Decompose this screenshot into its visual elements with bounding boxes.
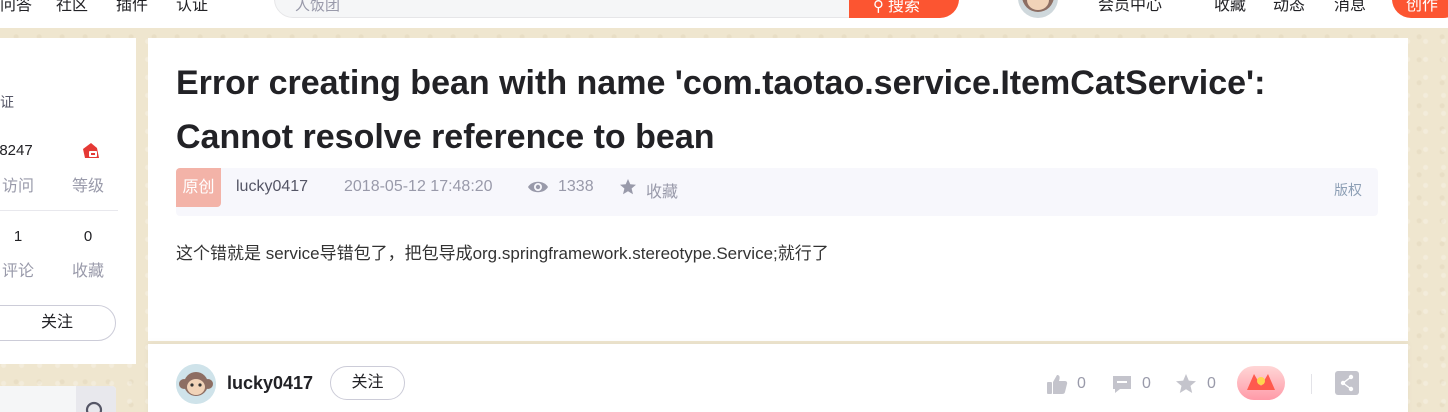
author-profile-panel: 证 8247 访问 等级 1 评论 0 收藏 关注 — [0, 38, 136, 364]
level-icon — [83, 143, 99, 158]
comments-count: 1 — [13, 228, 23, 245]
favorites-count: 0 — [83, 228, 93, 245]
eye-icon — [528, 181, 548, 193]
article-title: Error creating bean with name 'com.taota… — [176, 64, 1266, 156]
search-button[interactable]: ⚲ 搜索 — [849, 0, 959, 18]
publish-date: 2018-05-12 17:48:20 — [344, 178, 493, 195]
nav-item-certification[interactable]: 认证 — [176, 0, 208, 15]
toolbar-author-name[interactable]: lucky0417 — [227, 373, 313, 394]
follow-button[interactable]: 关注 — [0, 305, 116, 341]
level-label: 等级 — [71, 178, 104, 195]
article-card: Error creating bean with name 'com.taota… — [148, 38, 1408, 341]
author-link[interactable]: lucky0417 — [236, 178, 308, 196]
certification-label: 证 — [0, 94, 14, 110]
original-badge: 原创 — [176, 168, 221, 207]
collect-link[interactable]: 收藏 — [646, 178, 678, 202]
search-input[interactable]: 人饭团 — [274, 0, 850, 18]
reward-icon[interactable] — [1237, 366, 1285, 400]
nav-member-center[interactable]: 会员中心 — [1098, 0, 1162, 15]
nav-activity[interactable]: 动态 — [1273, 0, 1305, 15]
comments-label: 评论 — [1, 263, 34, 280]
nav-item-plugins[interactable]: 插件 — [116, 0, 148, 15]
create-button[interactable]: 创作 — [1392, 0, 1448, 18]
comment-icon[interactable] — [1111, 373, 1133, 395]
comment-count: 0 — [1142, 375, 1151, 392]
search-icon: ⚲ — [873, 0, 884, 15]
view-count: 1338 — [558, 178, 594, 195]
article-meta-bar: 原创 lucky0417 2018-05-12 17:48:20 1338 收藏… — [176, 168, 1378, 216]
copyright-link[interactable]: 版权 — [1334, 180, 1362, 200]
article-content: 这个错就是 service导错包了，把包导成org.springframewor… — [176, 244, 829, 263]
favorite-star-icon[interactable] — [1175, 373, 1197, 395]
nav-item-community[interactable]: 社区 — [56, 0, 88, 15]
star-icon[interactable] — [619, 178, 637, 196]
visits-label: 访问 — [1, 178, 34, 195]
divider — [0, 210, 118, 211]
blog-search-button[interactable] — [76, 386, 116, 412]
favorites-label: 收藏 — [71, 263, 104, 280]
visits-count: 8247 — [0, 142, 33, 159]
user-avatar[interactable] — [1018, 0, 1058, 18]
nav-messages[interactable]: 消息 — [1334, 0, 1366, 15]
nav-favorites[interactable]: 收藏 — [1214, 0, 1246, 15]
toolbar-follow-button[interactable]: 关注 — [330, 366, 405, 400]
toolbar-divider — [1311, 374, 1312, 394]
article-toolbar: lucky0417 关注 0 0 0 — [148, 344, 1408, 412]
author-avatar[interactable] — [176, 364, 216, 404]
like-icon[interactable] — [1046, 373, 1068, 395]
search-icon — [85, 401, 103, 412]
like-count: 0 — [1077, 375, 1086, 392]
top-navigation: 问答 社区 插件 认证 人饭团 ⚲ 搜索 会员中心 收藏 动态 消息 创作 — [0, 0, 1448, 28]
nav-item-qa[interactable]: 问答 — [0, 0, 32, 15]
favorite-count: 0 — [1207, 375, 1216, 392]
search-button-label: 搜索 — [888, 0, 921, 15]
blog-search-input[interactable] — [0, 386, 76, 412]
share-icon[interactable] — [1335, 371, 1359, 395]
blog-search-box — [0, 386, 116, 412]
